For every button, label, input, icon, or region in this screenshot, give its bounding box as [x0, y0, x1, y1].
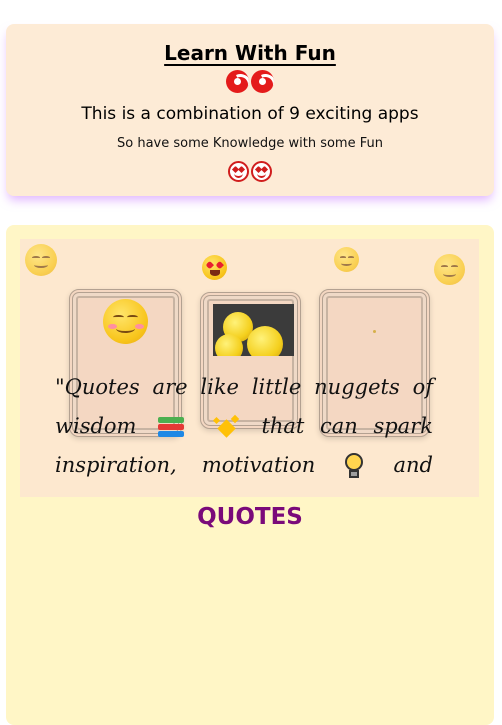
smiley-icon [334, 247, 359, 272]
heart-eyes-icon [251, 161, 272, 182]
light-bulb-icon [344, 452, 364, 481]
smiley-icon [434, 254, 465, 285]
quote-text: "Quotes are like little nuggets of wisdo… [55, 368, 433, 485]
cyclone-icon [226, 70, 249, 93]
quotes-title: QUOTES [197, 504, 303, 530]
books-icon [158, 416, 185, 439]
quote-text-segment: and [393, 453, 433, 477]
heart-eyes-icon [228, 161, 249, 182]
cyclone-icon [251, 70, 274, 93]
tagline-icons [6, 161, 494, 182]
intro-subtitle: This is a combination of 9 exciting apps [81, 104, 419, 124]
title-icons [6, 70, 494, 93]
smiley-icon [25, 244, 57, 276]
star-struck-icon [202, 255, 227, 280]
intro-card: Learn With Fun This is a combination of … [6, 24, 494, 196]
blushing-smiley-icon [103, 299, 148, 344]
smiley-balls-photo [213, 304, 294, 356]
intro-tagline: So have some Knowledge with some Fun [117, 136, 383, 151]
quote-text-segment: motivation [201, 453, 316, 477]
sparkles-icon [212, 414, 240, 440]
page-title: Learn With Fun [164, 41, 336, 65]
